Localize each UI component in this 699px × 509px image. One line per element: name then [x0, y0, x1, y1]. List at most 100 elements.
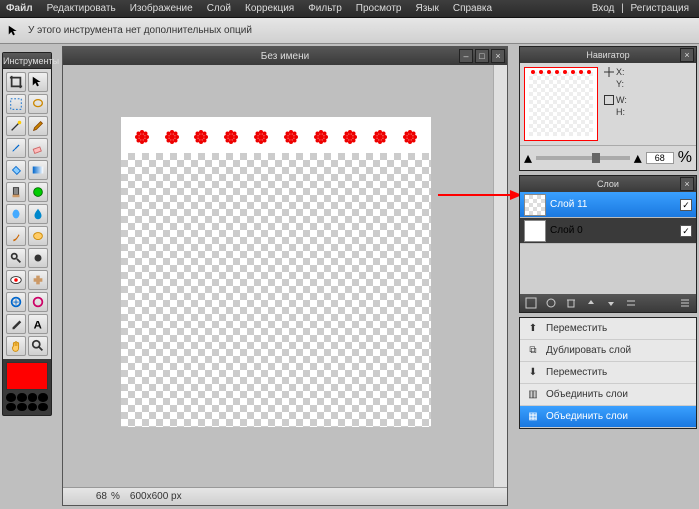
- menu-adjust[interactable]: Коррекция: [245, 3, 294, 14]
- layers-title-bar[interactable]: Слои ×: [520, 176, 696, 192]
- menu-help[interactable]: Справка: [453, 3, 492, 14]
- menu-layer[interactable]: Слой: [207, 3, 231, 14]
- pinch-tool[interactable]: [28, 292, 48, 312]
- hand-tool[interactable]: [6, 336, 26, 356]
- canvas-viewport[interactable]: [63, 65, 493, 487]
- stamp-icon: [134, 129, 150, 145]
- zoom-out-icon[interactable]: ▴: [524, 148, 532, 168]
- move-tool[interactable]: [28, 72, 48, 92]
- stamp-icon: [372, 129, 388, 145]
- bucket-tool[interactable]: [6, 160, 26, 180]
- stamp-icon: [402, 129, 418, 145]
- layers-close-button[interactable]: ×: [680, 177, 694, 191]
- dodge-tool[interactable]: [6, 248, 26, 268]
- menubar: Файл Редактировать Изображение Слой Корр…: [0, 0, 699, 18]
- layer-visibility-toggle[interactable]: [680, 199, 692, 211]
- gradient-tool[interactable]: [28, 160, 48, 180]
- brush-tool[interactable]: [6, 138, 26, 158]
- register-link[interactable]: Регистрация: [631, 3, 689, 14]
- merge-button[interactable]: [624, 296, 638, 310]
- close-button[interactable]: ×: [491, 49, 505, 63]
- layers-list: Слой 11 Слой 0: [520, 192, 696, 294]
- navigator-close-button[interactable]: ×: [680, 48, 694, 62]
- move-tool-icon: [6, 23, 22, 39]
- layer-row[interactable]: Слой 11: [520, 192, 696, 218]
- transparent-layer: [121, 153, 431, 427]
- navigator-zoom-pct: %: [678, 149, 692, 167]
- blur-tool[interactable]: [28, 204, 48, 224]
- stamp-icon: [313, 129, 329, 145]
- layer-name[interactable]: Слой 11: [550, 199, 676, 210]
- canvas[interactable]: [121, 117, 431, 427]
- vertical-scrollbar[interactable]: [493, 65, 507, 487]
- navigator-title-bar[interactable]: Навигатор ×: [520, 47, 696, 63]
- spot-heal-tool[interactable]: [28, 270, 48, 290]
- move-down-icon: ⬇: [526, 366, 540, 380]
- menu-filter[interactable]: Фильтр: [308, 3, 342, 14]
- ctx-move-down[interactable]: ⬇Переместить: [520, 362, 696, 384]
- layer-mask-button[interactable]: [544, 296, 558, 310]
- menu-edit[interactable]: Редактировать: [47, 3, 116, 14]
- menu-image[interactable]: Изображение: [130, 3, 193, 14]
- ctx-move-up[interactable]: ⬆Переместить: [520, 318, 696, 340]
- minimize-button[interactable]: –: [459, 49, 473, 63]
- navigator-zoom-value[interactable]: 68: [646, 152, 674, 164]
- layer-up-button[interactable]: [584, 296, 598, 310]
- type-tool[interactable]: A: [28, 314, 48, 334]
- burn-tool[interactable]: [28, 248, 48, 268]
- flatten-icon: ▦: [526, 410, 540, 424]
- crop-tool[interactable]: [6, 72, 26, 92]
- delete-layer-button[interactable]: [564, 296, 578, 310]
- options-bar: У этого инструмента нет дополнительных о…: [0, 18, 699, 44]
- maximize-button[interactable]: □: [475, 49, 489, 63]
- bloat-tool[interactable]: [6, 292, 26, 312]
- draw-tool[interactable]: [6, 204, 26, 224]
- marquee-tool[interactable]: [6, 94, 26, 114]
- layer-row[interactable]: Слой 0: [520, 218, 696, 244]
- ctx-duplicate[interactable]: ⧉Дублировать слой: [520, 340, 696, 362]
- navigator-zoom-slider[interactable]: ▴ ▴ 68 %: [520, 145, 696, 170]
- ctx-merge-down[interactable]: ▥Объединить слои: [520, 384, 696, 406]
- layer-thumbnail[interactable]: [524, 220, 546, 242]
- smudge-tool[interactable]: [6, 226, 26, 246]
- navigator-thumbnail[interactable]: [524, 67, 598, 141]
- stamp-icon: [342, 129, 358, 145]
- menu-view[interactable]: Просмотр: [356, 3, 402, 14]
- merge-icon: ▥: [526, 388, 540, 402]
- color-swatches[interactable]: [6, 393, 48, 411]
- status-bar: 68 % 600x600 px: [63, 487, 507, 505]
- clone-tool[interactable]: [6, 182, 26, 202]
- navigator-panel: Навигатор × X: Y: W: H: ▴ ▴ 68 %: [519, 46, 697, 171]
- ctx-flatten[interactable]: ▦Объединить слои: [520, 406, 696, 428]
- layer-visibility-toggle[interactable]: [680, 225, 692, 237]
- stamp-icon: [223, 129, 239, 145]
- eyedropper-tool[interactable]: [6, 314, 26, 334]
- svg-text:A: A: [34, 319, 42, 331]
- replace-color-tool[interactable]: [28, 182, 48, 202]
- layers-settings-button[interactable]: [678, 296, 692, 310]
- pencil-tool[interactable]: [28, 116, 48, 136]
- layer-thumbnail[interactable]: [524, 194, 546, 216]
- login-link[interactable]: Вход: [592, 3, 615, 14]
- layer-name[interactable]: Слой 0: [550, 225, 676, 236]
- document-title-bar[interactable]: Без имени – □ ×: [63, 47, 507, 65]
- toolbox-title: Инструменты: [3, 53, 51, 69]
- wand-tool[interactable]: [6, 116, 26, 136]
- menu-lang[interactable]: Язык: [415, 3, 438, 14]
- redeye-tool[interactable]: [6, 270, 26, 290]
- sponge-tool[interactable]: [28, 226, 48, 246]
- eraser-tool[interactable]: [28, 138, 48, 158]
- toolbox: Инструменты A: [2, 52, 52, 416]
- layers-title: Слои: [597, 179, 619, 189]
- menu-file[interactable]: Файл: [6, 3, 33, 14]
- zoom-in-icon[interactable]: ▴: [634, 148, 642, 168]
- zoom-value[interactable]: 68: [67, 491, 107, 502]
- stamp-row: [121, 127, 431, 147]
- new-layer-button[interactable]: [524, 296, 538, 310]
- lasso-tool[interactable]: [28, 94, 48, 114]
- zoom-tool[interactable]: [28, 336, 48, 356]
- layer-down-button[interactable]: [604, 296, 618, 310]
- options-text: У этого инструмента нет дополнительных о…: [28, 25, 252, 36]
- foreground-color[interactable]: [6, 362, 48, 390]
- stamp-icon: [193, 129, 209, 145]
